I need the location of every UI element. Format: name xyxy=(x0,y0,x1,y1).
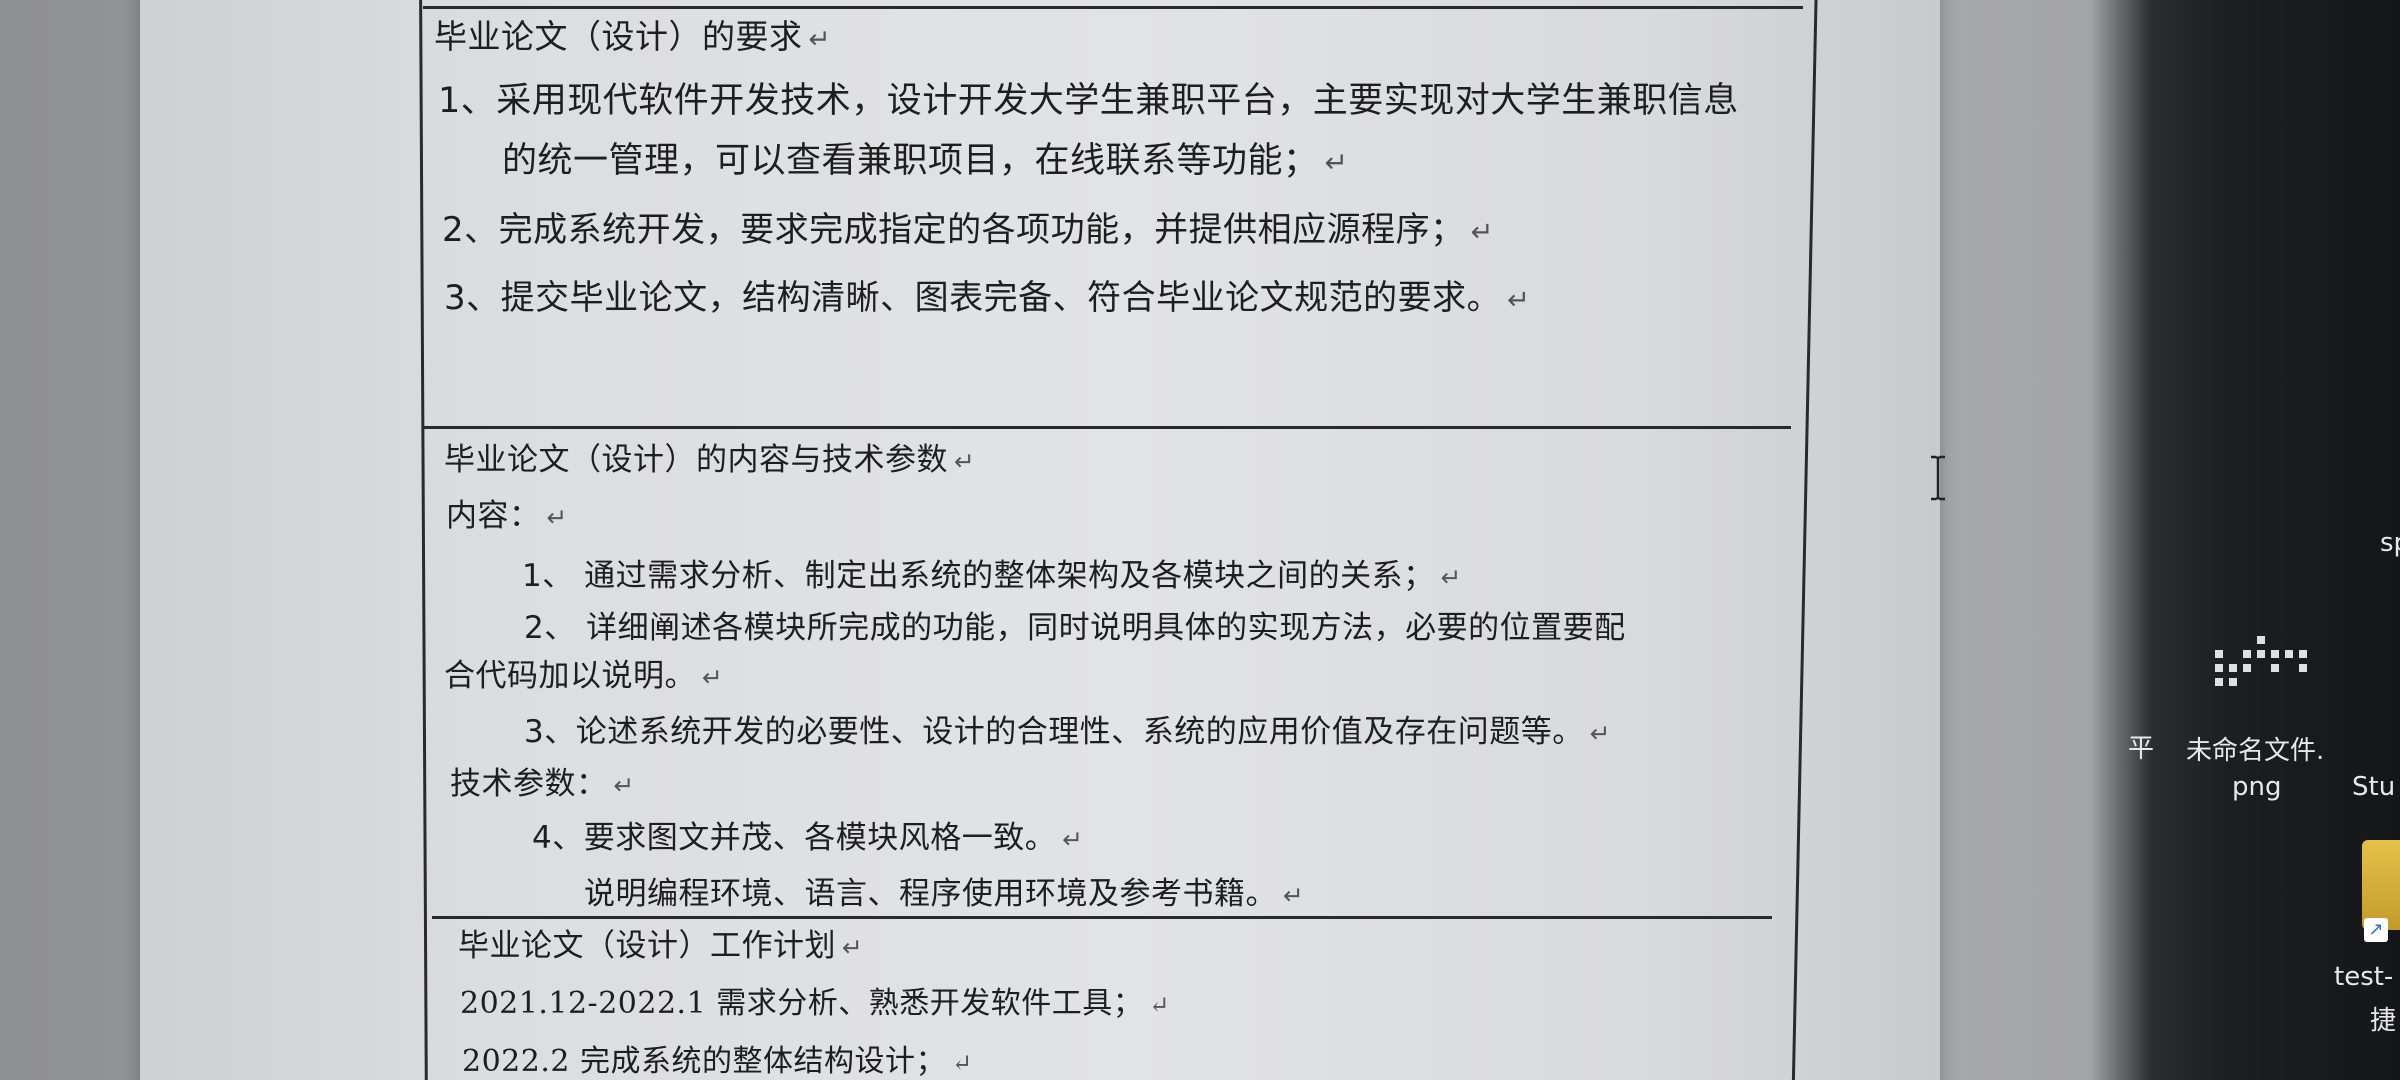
desktop-file-name-line-1[interactable]: 未命名文件. xyxy=(2186,730,2324,767)
desktop-shortcut-name-line-2[interactable]: 捷 xyxy=(2370,1000,2396,1037)
shortcut-folder-icon[interactable] xyxy=(2362,840,2400,930)
section-title-requirements: 毕业论文（设计）的要求 ↵ xyxy=(434,17,832,56)
desktop-shortcut-name-line-1[interactable]: test- xyxy=(2334,962,2393,992)
table-left-border xyxy=(419,0,428,1080)
content-item-2-line-1: 2、 详细阐述各模块所完成的功能，同时说明具体的实现方法，必要的位置要配 xyxy=(524,610,1626,646)
content-item-2-line-2: 合代码加以说明。 ↵ xyxy=(444,658,724,694)
tech-item-4: 4、要求图文并茂、各模块风格一致。 ↵ xyxy=(532,820,1084,856)
plan-item-2: 2022.2 完成系统的整体结构设计； ↵ xyxy=(462,1044,973,1079)
table-top-border xyxy=(423,6,1803,9)
requirement-item-2: 2、完成系统开发，要求完成指定的各项功能，并提供相应源程序； ↵ xyxy=(442,210,1494,250)
photo-of-screen: 毕业论文（设计）的要求 ↵ 1、采用现代软件开发技术，设计开发大学生兼职平台，主要… xyxy=(0,0,2400,1080)
tech-item-5: 说明编程环境、语言、程序使用环境及参考书籍。 ↵ xyxy=(584,876,1305,912)
table-row-divider-2 xyxy=(432,916,1772,919)
plan-item-1: 2021.12-2022.1 需求分析、熟悉开发软件工具； ↵ xyxy=(460,986,1170,1021)
section-title-content-parameters: 毕业论文（设计）的内容与技术参数 ↵ xyxy=(444,442,976,478)
requirement-item-3: 3、提交毕业论文，结构清晰、图表完备、符合毕业论文规范的要求。 ↵ xyxy=(444,278,1531,318)
section-title-work-plan: 毕业论文（设计）工作计划 ↵ xyxy=(458,928,864,964)
desktop-label-sp: sp xyxy=(2380,528,2400,558)
desktop-label-stu: Stu xyxy=(2352,772,2396,802)
desktop-label-ping: 平 xyxy=(2128,734,2155,764)
requirement-item-1-line-2: 的统一管理，可以查看兼职项目，在线联系等功能； ↵ xyxy=(502,141,1349,181)
desktop-area xyxy=(2090,0,2400,1080)
content-label: 内容： ↵ xyxy=(446,498,568,534)
content-item-3: 3、论述系统开发的必要性、设计的合理性、系统的应用价值及存在问题等。 ↵ xyxy=(524,714,1612,750)
shortcut-arrow-icon: ↗ xyxy=(2364,918,2388,942)
text-ibeam-icon xyxy=(1931,455,1945,501)
document-page[interactable]: 毕业论文（设计）的要求 ↵ 1、采用现代软件开发技术，设计开发大学生兼职平台，主要… xyxy=(140,0,1940,1080)
content-item-1: 1、 通过需求分析、制定出系统的整体架构及各模块之间的关系； ↵ xyxy=(522,558,1462,594)
tech-parameters-label: 技术参数： ↵ xyxy=(450,766,635,802)
desktop-file-name-line-2[interactable]: png xyxy=(2232,772,2282,802)
table-row-divider-1 xyxy=(423,426,1791,429)
requirement-item-1-line-1: 1、采用现代软件开发技术，设计开发大学生兼职平台，主要实现对大学生兼职信息 xyxy=(438,81,1739,121)
image-file-icon[interactable] xyxy=(2205,620,2325,710)
table-right-border xyxy=(1791,0,1818,1080)
